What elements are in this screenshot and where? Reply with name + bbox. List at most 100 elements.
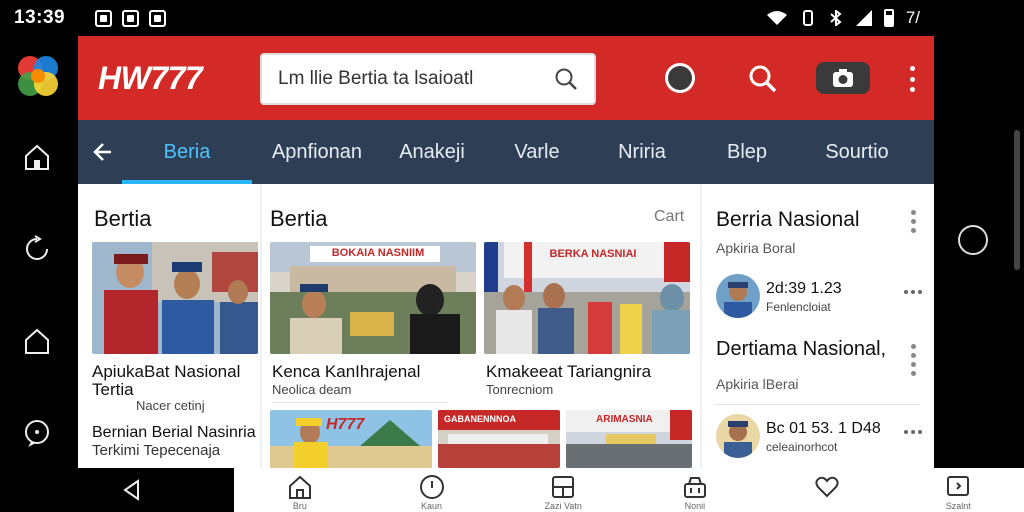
tab-bar: Beria Apnfionan Anakeji Varle Nriria Ble… [78,120,934,184]
tab-apnfionan[interactable]: Apnfionan [252,120,382,184]
right-item-2-sub: celeainorhcot [766,440,838,454]
grid-icon [552,476,575,498]
news-photo[interactable]: BOKAIA NASNIIM [270,242,476,354]
search-box[interactable] [260,53,596,105]
status-bar: 13:39 7/ [0,0,934,36]
status-time: 13:39 [14,7,66,28]
back-triangle-icon[interactable] [120,478,144,502]
tab-varle[interactable]: Varle [482,120,592,184]
middle-card-headline-2[interactable]: Kmakeeat Tariangnira [486,362,651,382]
search-alt-icon[interactable] [744,60,780,96]
right-item-1-sub: Fenlencloiat [766,300,831,314]
search-input[interactable] [278,68,554,90]
app-logo-icon[interactable] [12,50,64,102]
tab-blep[interactable]: Blep [692,120,802,184]
more-horizontal-icon[interactable] [904,290,922,294]
right-section-subtitle-2: Apkiria lBerai [716,376,799,392]
signal-icon [855,10,872,26]
app-header: HW777 [78,36,934,120]
nav-item-clock[interactable]: Kaun [366,468,498,512]
house-icon[interactable] [20,324,54,358]
device-screen: 13:39 7/ HW777 Lm llie Bertia ta lsaioat… [0,0,1024,512]
divider [272,402,448,403]
scrollbar[interactable] [1014,130,1020,270]
avatar[interactable] [716,274,760,318]
tab-anakeji[interactable]: Anakeji [382,120,482,184]
middle-card-meta-1: Neolica deam [272,382,352,397]
home-icon[interactable] [20,140,54,174]
news-photo[interactable]: BERKA NASNIAI [484,242,690,354]
left-card2-headline[interactable]: Bernian Berial Nasinria [92,424,256,442]
photo-banner: BERKA NASNIAI [549,248,637,260]
basket-icon [683,477,706,498]
nav-label: Nonii [684,501,706,511]
left-card-headline-2[interactable]: Tertia [92,380,134,400]
right-column: Berria Nasional Apkiria Boral 2d:39 1.23… [702,184,934,468]
middle-card-headline-1[interactable]: Kenca KanIhrajenal [272,362,420,382]
home-icon [288,475,311,499]
left-column: Bertia ApiukaBat Nasional Tertia Nacer c… [78,184,260,468]
news-photo[interactable]: H777 [270,410,432,468]
cart-link[interactable]: Cart [654,208,684,226]
news-photo[interactable] [92,242,258,354]
nav-item-basket[interactable]: Nonii [629,468,761,512]
photo-banner: GABANENNNOA [444,414,516,424]
middle-card-meta-2: Tonrecniom [486,382,554,397]
right-section-title-2: Dertiama Nasional, [716,338,887,360]
nav-label: Kaun [420,501,443,511]
photo-banner: H777 [326,416,365,433]
nav-item-home[interactable]: Bru [234,468,366,512]
more-options-icon[interactable] [910,210,916,233]
more-options-icon[interactable] [908,66,916,92]
right-item-2-title[interactable]: Bc 01 53. 1 D48 [766,420,881,438]
tab-nriria[interactable]: Nriria [592,120,692,184]
left-rail [0,36,78,512]
compass-icon[interactable] [662,60,698,96]
circle-button-icon[interactable] [958,225,988,255]
left-card-meta: Nacer cetinj [136,398,205,413]
battery-text: 7/ [905,8,920,27]
nav-label: Bru [292,501,307,511]
bottom-navigation: Bru Kaun Zazi Vatn Nonii Szalnt [234,468,1024,512]
divider [716,404,920,405]
wifi-icon [766,11,787,25]
back-arrow-icon[interactable] [82,120,122,184]
gallery-notification-icon [95,9,113,27]
middle-column: Bertia Cart BOKAIA NASNIIM BERKA NASNIAI… [262,184,700,468]
left-card-headline-1[interactable]: ApiukaBat Nasional [92,362,240,382]
nav-item-heart[interactable] [761,468,893,512]
photo-banner: BOKAIA NASNIIM [331,247,425,259]
photo-banner: ARIMASNIA [596,414,653,425]
more-options-icon[interactable] [910,344,916,376]
nav-item-chat[interactable]: Szalnt [892,468,1024,512]
right-section-subtitle: Apkiria Boral [716,240,796,256]
tab-beria[interactable]: Beria [122,120,252,184]
left-section-title: Bertia [94,206,152,231]
nav-item-grid[interactable]: Zazi Vatn [497,468,629,512]
search-icon[interactable] [554,67,578,91]
chat-bubble-icon[interactable] [20,416,54,450]
news-photo[interactable]: ARIMASNIA [566,410,692,468]
right-section-title: Berria Nasional [716,208,860,231]
app-notification-icon [149,9,167,27]
content-area: Bertia ApiukaBat Nasional Tertia Nacer c… [78,184,934,468]
image-notification-icon [122,9,140,27]
refresh-icon[interactable] [20,232,54,266]
right-item-1-title[interactable]: 2d:39 1.23 [766,280,842,298]
camera-icon[interactable] [816,62,870,94]
news-photo[interactable]: GABANENNNOA [438,410,560,468]
heart-icon [814,476,839,498]
battery-icon [883,9,894,27]
chat-icon [947,476,970,496]
avatar[interactable] [716,414,760,458]
vibrate-icon [802,10,813,26]
clock-icon [419,475,444,499]
nav-label: Szalnt [945,501,971,511]
nav-label: Zazi Vatn [544,501,582,511]
app-window: HW777 Beria Apnfionan Anakeji Varl [78,36,934,468]
system-nav-bar [0,468,234,512]
tab-sourtio[interactable]: Sourtio [802,120,912,184]
brand-logo[interactable]: HW777 [98,60,260,97]
more-horizontal-icon[interactable] [904,430,922,434]
left-card2-subline: Terkimi Tepecenaja [92,442,221,459]
